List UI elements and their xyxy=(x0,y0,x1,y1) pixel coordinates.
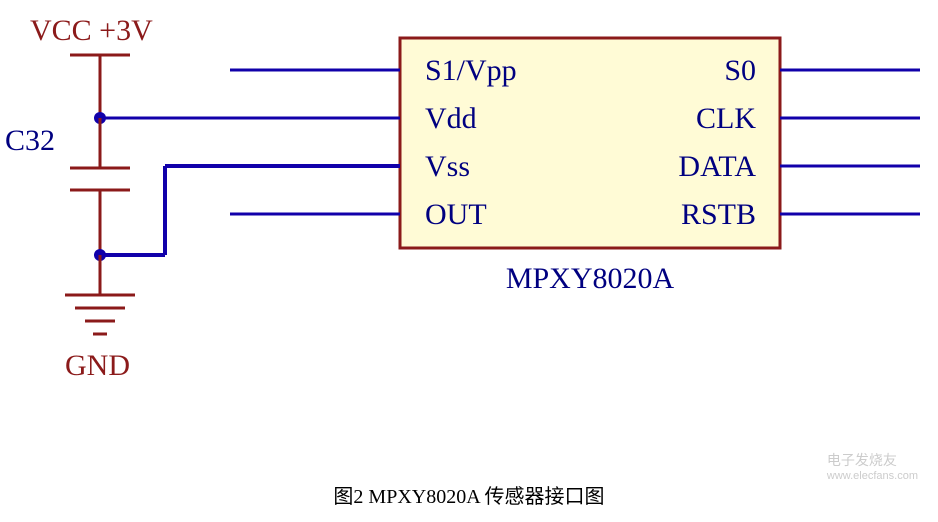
pin-label-l2: Vdd xyxy=(425,102,477,135)
pin-label-l1: S1/Vpp xyxy=(425,54,517,87)
pin-label-l3: Vss xyxy=(425,150,470,183)
pin-label-r4: RSTB xyxy=(681,198,756,231)
cap-label: C32 xyxy=(5,124,55,157)
watermark-url: www.elecfans.com xyxy=(827,470,918,482)
vcc-label: VCC +3V xyxy=(30,14,153,47)
gnd-label: GND xyxy=(65,349,130,382)
pin-label-r2: CLK xyxy=(696,102,756,135)
watermark-brand: 电子发烧友 xyxy=(827,452,897,468)
figure-caption: 图2 MPXY8020A 传感器接口图 xyxy=(0,480,938,509)
pin-label-r3: DATA xyxy=(678,150,756,183)
watermark: 电子发烧友 www.elecfans.com xyxy=(827,450,918,482)
part-number: MPXY8020A xyxy=(506,262,675,295)
pin-label-l4: OUT xyxy=(425,198,487,231)
pin-label-r1: S0 xyxy=(724,54,756,87)
